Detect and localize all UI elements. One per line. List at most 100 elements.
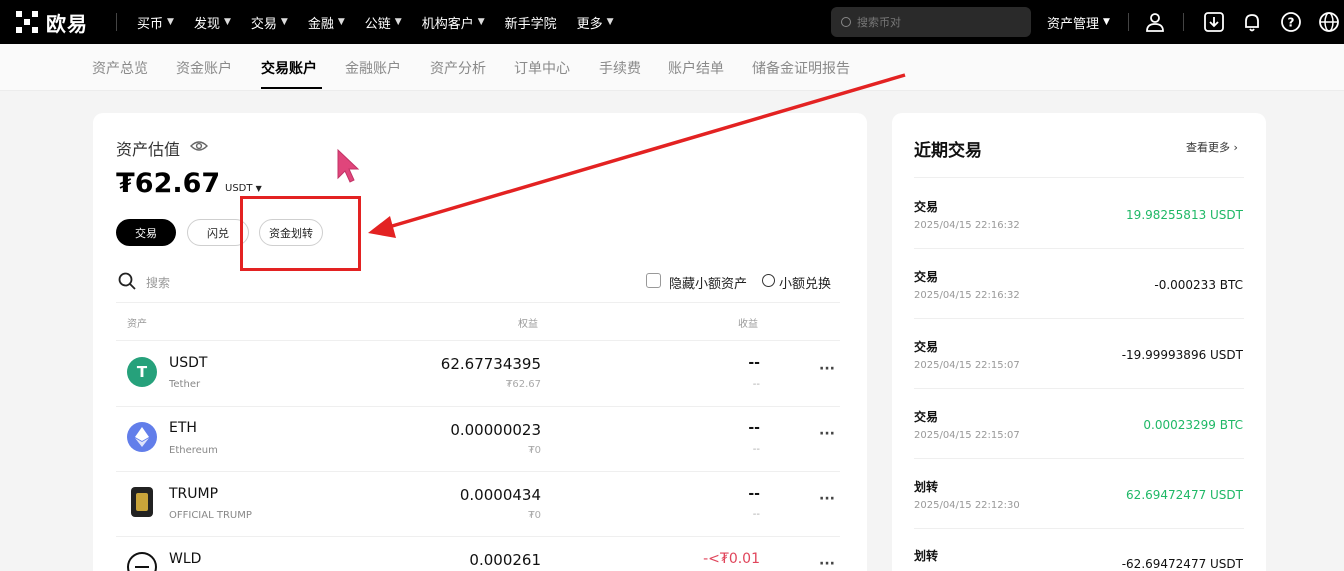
globe-icon[interactable] — [1318, 11, 1340, 33]
asset-symbol: USDT — [169, 355, 208, 371]
chevron-down-icon: ▼ — [223, 17, 231, 27]
more-icon[interactable]: ··· — [819, 426, 835, 442]
asset-management-menu[interactable]: 资产管理 ▼ — [1047, 0, 1110, 44]
chevron-down-icon: ▼ — [477, 17, 485, 27]
tab-funding-account[interactable]: 资金账户 — [176, 58, 232, 78]
tx-type: 交易 — [914, 200, 939, 214]
nav-label: 更多 — [576, 16, 603, 32]
tx-amount: -62.69472477 USDT — [1121, 557, 1243, 571]
tab-trading-account[interactable]: 交易账户 — [261, 58, 317, 78]
small-convert-link[interactable]: 小额兑换 — [779, 273, 831, 292]
tx-type: 划转 — [914, 549, 939, 563]
divider — [914, 388, 1244, 389]
global-search-input[interactable]: 搜索币对 — [831, 7, 1031, 37]
asset-name: Tether — [169, 379, 201, 390]
nav-item-institutional[interactable]: 机构客户 ▼ — [422, 13, 485, 32]
col-header-asset: 资产 — [127, 319, 147, 330]
more-icon[interactable]: ··· — [819, 491, 835, 507]
chevron-down-icon: ▼ — [337, 17, 345, 27]
nav-item-chain[interactable]: 公链 ▼ — [365, 13, 402, 32]
usdt-coin-icon: T — [127, 357, 157, 387]
currency-label: USDT — [225, 183, 253, 194]
asset-symbol: ETH — [169, 420, 197, 436]
annotation-arrow — [368, 73, 906, 238]
hide-small-assets-label[interactable]: 隐藏小额资产 — [669, 273, 747, 292]
view-more-link[interactable]: 查看更多 › — [1186, 139, 1238, 155]
asset-equity: 0.00000023 — [450, 421, 541, 439]
divider — [914, 528, 1244, 529]
asset-equity: 62.67734395 — [440, 355, 541, 373]
more-icon[interactable]: ··· — [819, 556, 835, 571]
asset-pnl-value: -- — [752, 379, 760, 390]
search-icon — [841, 17, 851, 27]
nav-item-more[interactable]: 更多 ▼ — [577, 13, 614, 32]
col-header-pnl: 收益 — [738, 319, 758, 330]
asset-equity-value: ₮0 — [528, 445, 541, 456]
nav-divider — [1183, 13, 1184, 31]
chevron-down-icon: ▼ — [255, 184, 262, 193]
tx-amount: 19.98255813 USDT — [1126, 208, 1243, 222]
asset-symbol: WLD — [169, 551, 202, 567]
chevron-right-icon: › — [1233, 141, 1238, 154]
divider — [116, 471, 840, 472]
tx-amount: 0.00023299 BTC — [1143, 418, 1243, 432]
chevron-down-icon: ▼ — [394, 17, 402, 27]
tx-amount: 62.69472477 USDT — [1126, 488, 1243, 502]
recent-transactions-title: 近期交易 — [914, 141, 982, 161]
brand-logo[interactable]: 欧易 — [16, 8, 116, 37]
currency-selector[interactable]: USDT ▼ — [225, 183, 262, 194]
tx-type: 划转 — [914, 480, 939, 494]
download-icon[interactable] — [1203, 11, 1225, 33]
nav-item-trade[interactable]: 交易 ▼ — [251, 13, 288, 32]
more-icon[interactable]: ··· — [819, 361, 835, 377]
help-icon[interactable]: ? — [1280, 11, 1302, 33]
nav-item-finance[interactable]: 金融 ▼ — [308, 13, 345, 32]
divider — [116, 406, 840, 407]
nav-item-discover[interactable]: 发现 ▼ — [194, 13, 231, 32]
nav-item-academy[interactable]: 新手学院 — [505, 13, 557, 32]
nav-label: 发现 — [193, 16, 220, 32]
asset-pnl-value: -- — [752, 509, 760, 520]
search-placeholder: 搜索币对 — [857, 16, 901, 29]
chevron-down-icon: ▼ — [606, 17, 614, 27]
divider — [914, 248, 1244, 249]
col-header-equity: 权益 — [518, 319, 538, 330]
eth-coin-icon — [127, 422, 157, 452]
tab-overview[interactable]: 资产总览 — [92, 58, 148, 78]
asset-equity-value: ₮0 — [528, 510, 541, 521]
trade-button[interactable]: 交易 — [116, 219, 176, 246]
view-more-label: 查看更多 — [1186, 141, 1230, 154]
tx-amount: -0.000233 BTC — [1154, 278, 1243, 292]
nav-divider — [1128, 13, 1129, 31]
asset-management-label: 资产管理 — [1047, 16, 1100, 32]
asset-pnl: -- — [748, 420, 760, 436]
asset-pnl: -<₮0.01 — [703, 551, 760, 567]
search-icon — [118, 272, 136, 290]
eye-icon[interactable] — [190, 139, 208, 153]
top-navbar: 欧易 买币 ▼ 发现 ▼ 交易 ▼ 金融 ▼ 公链 ▼ 机构客户 ▼ 新手学院 更多 ▼ — [0, 0, 1344, 44]
nav-label: 新手学院 — [504, 16, 557, 32]
asset-equity: 0.0000434 — [459, 486, 541, 504]
chevron-down-icon: ▼ — [1103, 17, 1110, 27]
tx-type: 交易 — [914, 340, 939, 354]
mouse-cursor-icon — [337, 148, 360, 183]
user-icon[interactable] — [1144, 11, 1166, 33]
nav-label: 买币 — [137, 16, 164, 32]
chevron-down-icon: ▼ — [280, 17, 288, 27]
bell-icon[interactable] — [1241, 11, 1263, 33]
asset-pnl: -- — [748, 355, 760, 371]
divider — [116, 536, 840, 537]
nav-item-buy[interactable]: 买币 ▼ — [137, 13, 174, 32]
hide-small-assets-checkbox[interactable] — [646, 273, 661, 288]
active-tab-indicator — [261, 87, 322, 89]
asset-search-input[interactable]: 搜索 — [146, 274, 170, 291]
asset-equity-value: ₮62.67 — [506, 379, 541, 390]
convert-icon — [762, 274, 775, 287]
divider — [914, 318, 1244, 319]
asset-pnl-value: -- — [752, 444, 760, 455]
tx-type: 交易 — [914, 270, 939, 284]
nav-label: 金融 — [307, 16, 334, 32]
asset-symbol: TRUMP — [169, 486, 219, 502]
total-balance: ₮62.67 — [116, 168, 221, 199]
asset-name: OFFICIAL TRUMP — [169, 510, 252, 521]
